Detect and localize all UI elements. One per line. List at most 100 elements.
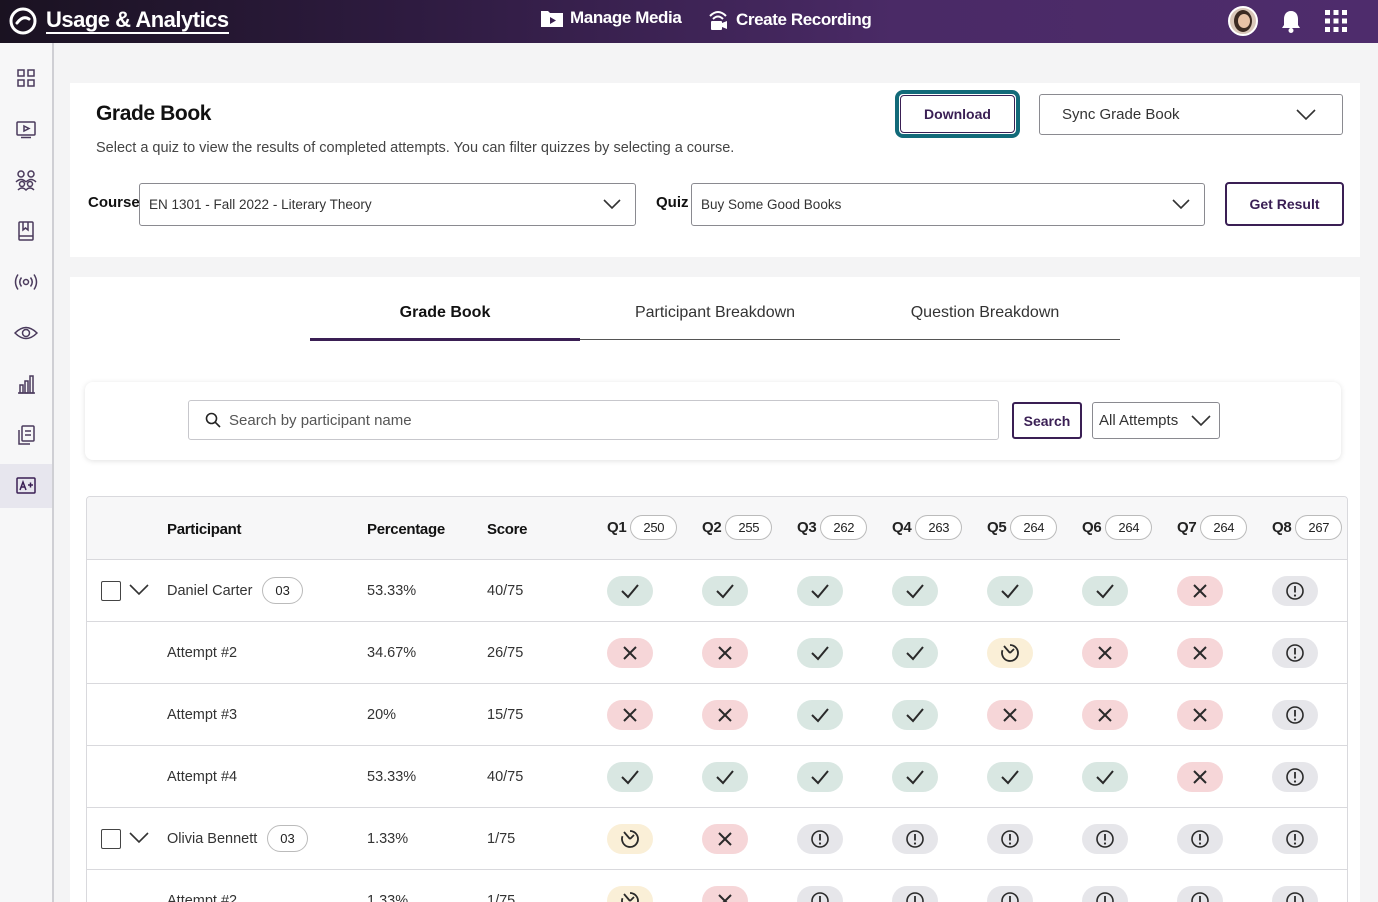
- status-unanswered[interactable]: [1177, 824, 1223, 854]
- status-incorrect[interactable]: [1082, 638, 1128, 668]
- status-pending[interactable]: [987, 638, 1033, 668]
- header-question-8[interactable]: Q8 267: [1272, 515, 1343, 540]
- status-correct[interactable]: [987, 762, 1033, 792]
- status-correct[interactable]: [797, 700, 843, 730]
- status-incorrect[interactable]: [1082, 700, 1128, 730]
- status-correct[interactable]: [892, 700, 938, 730]
- status-incorrect[interactable]: [1177, 638, 1223, 668]
- status-correct[interactable]: [702, 576, 748, 606]
- exclamation-icon: [810, 829, 830, 849]
- course-select[interactable]: EN 1301 - Fall 2022 - Literary Theory: [139, 183, 636, 226]
- header-question-4[interactable]: Q4 263: [892, 515, 963, 540]
- search-input[interactable]: Search by participant name: [188, 400, 999, 440]
- status-correct[interactable]: [797, 638, 843, 668]
- sidebar-item-groups[interactable]: [0, 158, 52, 202]
- header-question-5[interactable]: Q5 264: [987, 515, 1058, 540]
- table-header: Participant Percentage Score Q1 250 Q2 255 Q…: [87, 497, 1347, 560]
- check-icon: [1000, 769, 1020, 785]
- score-cell: 1/75: [487, 893, 516, 902]
- user-avatar[interactable]: [1228, 6, 1258, 36]
- status-incorrect[interactable]: [607, 700, 653, 730]
- sidebar-item-library[interactable]: [0, 209, 52, 253]
- tab-question-breakdown[interactable]: Question Breakdown: [850, 297, 1120, 339]
- status-incorrect[interactable]: [702, 886, 748, 902]
- attempt-row: Attempt #2 1.33% 1/75: [87, 870, 1347, 902]
- sidebar-item-analytics[interactable]: [0, 362, 52, 406]
- manage-media-link[interactable]: Manage Media: [540, 8, 682, 28]
- status-correct[interactable]: [607, 762, 653, 792]
- status-pending[interactable]: [607, 824, 653, 854]
- sidebar-item-views[interactable]: [0, 311, 52, 355]
- header-question-2[interactable]: Q2 255: [702, 515, 773, 540]
- status-unanswered[interactable]: [1272, 824, 1318, 854]
- status-correct[interactable]: [987, 576, 1033, 606]
- exclamation-icon: [1285, 581, 1305, 601]
- status-unanswered[interactable]: [1272, 638, 1318, 668]
- status-correct[interactable]: [1082, 576, 1128, 606]
- sidebar-item-gradebook[interactable]: [0, 464, 52, 508]
- status-unanswered[interactable]: [1272, 762, 1318, 792]
- brand[interactable]: Usage & Analytics: [8, 6, 229, 36]
- sidebar-item-media[interactable]: [0, 107, 52, 151]
- status-unanswered[interactable]: [987, 886, 1033, 902]
- status-incorrect[interactable]: [607, 638, 653, 668]
- sync-gradebook-select[interactable]: Sync Grade Book: [1039, 94, 1343, 135]
- chevron-down-icon[interactable]: [129, 832, 149, 844]
- header-question-3[interactable]: Q3 262: [797, 515, 868, 540]
- tab-participant-breakdown[interactable]: Participant Breakdown: [580, 297, 850, 339]
- create-recording-link[interactable]: Create Recording: [706, 8, 872, 32]
- check-icon: [620, 769, 640, 785]
- bell-icon[interactable]: [1280, 9, 1302, 33]
- x-icon: [1097, 707, 1113, 723]
- status-incorrect[interactable]: [702, 700, 748, 730]
- status-correct[interactable]: [607, 576, 653, 606]
- header-percentage: Percentage: [367, 521, 445, 538]
- status-correct[interactable]: [797, 576, 843, 606]
- download-button[interactable]: Download: [895, 90, 1020, 138]
- status-unanswered[interactable]: [797, 886, 843, 902]
- apps-grid-icon[interactable]: [1324, 9, 1348, 33]
- status-unanswered[interactable]: [1082, 886, 1128, 902]
- search-button[interactable]: Search: [1012, 402, 1082, 439]
- status-correct[interactable]: [892, 762, 938, 792]
- chevron-down-icon[interactable]: [129, 584, 149, 596]
- status-correct[interactable]: [797, 762, 843, 792]
- header-question-7[interactable]: Q7 264: [1177, 515, 1248, 540]
- status-correct[interactable]: [1082, 762, 1128, 792]
- status-correct[interactable]: [892, 638, 938, 668]
- status-incorrect[interactable]: [987, 700, 1033, 730]
- status-pending[interactable]: [607, 886, 653, 902]
- status-correct[interactable]: [892, 576, 938, 606]
- status-unanswered[interactable]: [987, 824, 1033, 854]
- exclamation-icon: [1285, 705, 1305, 725]
- row-checkbox[interactable]: [101, 581, 121, 601]
- status-unanswered[interactable]: [797, 824, 843, 854]
- status-incorrect[interactable]: [1177, 700, 1223, 730]
- status-unanswered[interactable]: [1272, 576, 1318, 606]
- percentage-cell: 34.67%: [367, 645, 417, 661]
- status-unanswered[interactable]: [1272, 886, 1318, 902]
- get-result-button[interactable]: Get Result: [1225, 182, 1344, 226]
- x-icon: [717, 831, 733, 847]
- status-incorrect[interactable]: [702, 638, 748, 668]
- header-question-6[interactable]: Q6 264: [1082, 515, 1153, 540]
- status-incorrect[interactable]: [702, 824, 748, 854]
- header-question-1[interactable]: Q1 250: [607, 515, 678, 540]
- row-checkbox[interactable]: [101, 829, 121, 849]
- status-incorrect[interactable]: [1177, 762, 1223, 792]
- tab-grade-book[interactable]: Grade Book: [310, 297, 580, 341]
- status-unanswered[interactable]: [892, 824, 938, 854]
- sidebar-item-live[interactable]: [0, 260, 52, 304]
- quiz-select[interactable]: Buy Some Good Books: [691, 183, 1205, 226]
- status-unanswered[interactable]: [892, 886, 938, 902]
- status-incorrect[interactable]: [1177, 576, 1223, 606]
- sidebar-item-dashboard[interactable]: [0, 56, 52, 100]
- status-correct[interactable]: [702, 762, 748, 792]
- status-unanswered[interactable]: [1082, 824, 1128, 854]
- question-count-badge: 264: [1105, 515, 1153, 540]
- status-unanswered[interactable]: [1272, 700, 1318, 730]
- attempts-filter-select[interactable]: All Attempts: [1092, 402, 1220, 439]
- book-icon: [18, 221, 34, 241]
- status-unanswered[interactable]: [1177, 886, 1223, 902]
- sidebar-item-reports[interactable]: [0, 413, 52, 457]
